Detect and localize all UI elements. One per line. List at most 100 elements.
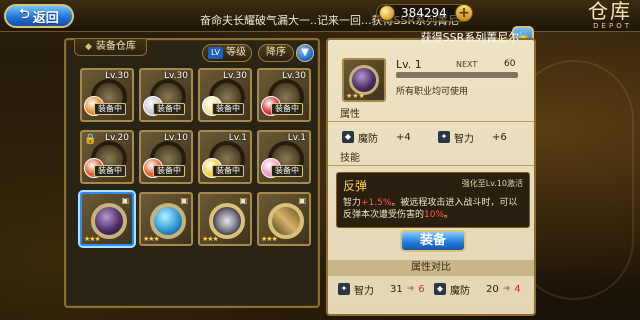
filter-tag: LV	[207, 47, 224, 59]
selected-item-thumbnail: ★★★	[342, 58, 386, 102]
skill-desc-part: 。	[444, 210, 454, 220]
equipment-slot[interactable]: Lv.30 装备中	[139, 68, 193, 122]
equipment-slot[interactable]: Lv.30 装备中	[198, 68, 252, 122]
equipment-slot[interactable]: ★★★ ▣	[80, 192, 134, 246]
equipment-slot[interactable]: Lv.20 🔒 装备中	[80, 130, 134, 184]
equipment-icon	[209, 203, 245, 239]
dark-emblem-icon	[349, 65, 379, 95]
page-title-en: DEPOT	[593, 22, 632, 30]
stat-intelligence: ✦ 智力 +6	[438, 130, 507, 145]
magic-defense-icon: ◆	[342, 131, 354, 143]
equipment-grid: Lv.30 装备中 Lv.30 装备中 Lv.30 装备中 Lv.30 装备中 Lv.20 🔒 装备…	[80, 68, 316, 246]
equipment-level: Lv.30	[223, 71, 247, 81]
equipment-slot[interactable]: ★★★ ▣	[139, 192, 193, 246]
diamond-icon: ◆	[85, 42, 92, 52]
rarity-stars: ★★★	[261, 235, 278, 243]
equip-button[interactable]: 装备	[400, 230, 466, 252]
new-item-icon: ▣	[121, 196, 129, 205]
intelligence-icon: ✦	[338, 283, 350, 295]
back-arrow-icon: ⮌	[19, 7, 30, 22]
coin-value: 384294	[401, 6, 447, 20]
sort-order-button[interactable]: 降序	[258, 44, 294, 62]
detail-header: 获得SSR系列菁尼尔	[420, 31, 520, 44]
attribute-title-text: 属性	[340, 109, 360, 120]
compare-from: 31	[390, 283, 403, 295]
skill-desc-highlight: 10%	[424, 210, 445, 220]
lock-icon: 🔒	[84, 134, 97, 145]
stat-label: 智力	[454, 133, 474, 145]
page-title: 仓库 DEPOT	[532, 0, 632, 32]
top-bar: ⮌ 返回 奋命夫长耀破气漏大一..记来一回...获得SSR系列菁尼尔 38429…	[0, 0, 640, 32]
equipment-level: Lv.1	[287, 133, 306, 143]
compare-to: 4	[514, 283, 521, 295]
item-level: Lv. 1	[396, 58, 422, 71]
compare-label: 智力	[354, 285, 374, 297]
usable-by-all-label: 所有职业均可使用	[396, 87, 469, 97]
item-detail-panel: 获得SSR系列菁尼尔 ★★★ Lv. 1 NEXT 60 所有职业均可使用 属性…	[326, 31, 536, 316]
arrow-right-icon: ➜	[502, 284, 511, 294]
equipment-level: Lv.10	[164, 133, 188, 143]
equipment-slot[interactable]: Lv.1 装备中	[198, 130, 252, 184]
add-coin-button[interactable]: +	[455, 4, 473, 22]
equipment-level: Lv.30	[164, 71, 188, 81]
compare-intelligence: ✦ 智力 31 ➜ 6	[338, 282, 425, 297]
compare-to: 6	[418, 283, 425, 295]
equipment-slot[interactable]: Lv.1 装备中	[257, 130, 311, 184]
exp-bar	[396, 72, 518, 78]
equipment-icon	[91, 203, 127, 239]
equipment-slot[interactable]: Lv.30 装备中	[80, 68, 134, 122]
equipment-slot[interactable]: ★★★ ▣	[198, 192, 252, 246]
equipment-icon	[268, 203, 304, 239]
stat-compare-title: 属性对比	[328, 260, 534, 276]
compare-label: 魔防	[450, 285, 470, 297]
rarity-stars: ★★★	[346, 92, 365, 100]
page-title-cn: 仓库	[588, 0, 632, 23]
equipped-badge: 装备中	[212, 103, 244, 115]
rarity-stars: ★★★	[143, 235, 160, 243]
stat-value: +6	[492, 131, 507, 143]
equipped-badge: 装备中	[153, 103, 185, 115]
level-filter-button[interactable]: LV 等级	[202, 44, 252, 62]
skill-requirement: 强化至Lv.10激活	[461, 179, 523, 188]
chevron-down-icon: ▼	[301, 47, 309, 58]
coin-counter: 384294 +	[376, 4, 473, 22]
tab-label: 装备仓库	[95, 41, 136, 52]
new-item-icon: ▣	[180, 196, 188, 205]
skill-desc-part: 智力	[343, 198, 362, 208]
back-button[interactable]: ⮌ 返回	[4, 4, 74, 28]
tab-equipment-depot[interactable]: ◆ 装备仓库	[74, 38, 147, 56]
skill-desc-highlight: +1.5%	[361, 198, 392, 208]
equipment-slot[interactable]: Lv.30 装备中	[257, 68, 311, 122]
equipment-level: Lv.30	[105, 71, 129, 81]
equipped-badge: 装备中	[153, 165, 185, 177]
skill-box: 反弹 强化至Lv.10激活 智力+1.5%。被远程攻击进入战斗时，可以反弹本次遭…	[336, 172, 530, 228]
equipped-badge: 装备中	[212, 165, 244, 177]
skill-description: 智力+1.5%。被远程攻击进入战斗时，可以反弹本次遭受伤害的10%。	[343, 197, 523, 221]
filter-label: 等级	[226, 47, 247, 58]
arrow-right-icon: ➜	[406, 284, 415, 294]
rarity-stars: ★★★	[84, 235, 101, 243]
equipped-badge: 装备中	[94, 103, 126, 115]
equipment-depot-panel: ◆ 装备仓库 LV 等级 降序 ▼ Lv.30 装备中 Lv.30 装备中 Lv.30 装…	[64, 38, 320, 308]
sort-label: 降序	[266, 47, 286, 58]
equipment-level: Lv.1	[228, 133, 247, 143]
skill-section-title: 技能	[328, 152, 534, 166]
compare-from: 20	[486, 283, 499, 295]
back-label: 返回	[32, 10, 59, 26]
intelligence-icon: ✦	[438, 131, 450, 143]
equipment-slot[interactable]: Lv.10 装备中	[139, 130, 193, 184]
equipped-badge: 装备中	[271, 165, 303, 177]
stat-magic-defense: ◆ 魔防 +4	[342, 130, 411, 145]
stat-value: +4	[396, 131, 411, 143]
sort-toggle-button[interactable]: ▼	[296, 44, 314, 62]
new-item-icon: ▣	[239, 196, 247, 205]
skill-title-text: 技能	[340, 153, 360, 164]
equipment-slot[interactable]: ★★★ ▣	[257, 192, 311, 246]
equipment-level: Lv.20	[105, 133, 129, 143]
equipped-badge: 装备中	[271, 103, 303, 115]
rarity-stars: ★★★	[202, 235, 219, 243]
next-label: NEXT	[456, 60, 478, 69]
coin-icon	[379, 5, 395, 21]
next-value: 60	[504, 59, 516, 69]
new-item-icon: ▣	[298, 196, 306, 205]
